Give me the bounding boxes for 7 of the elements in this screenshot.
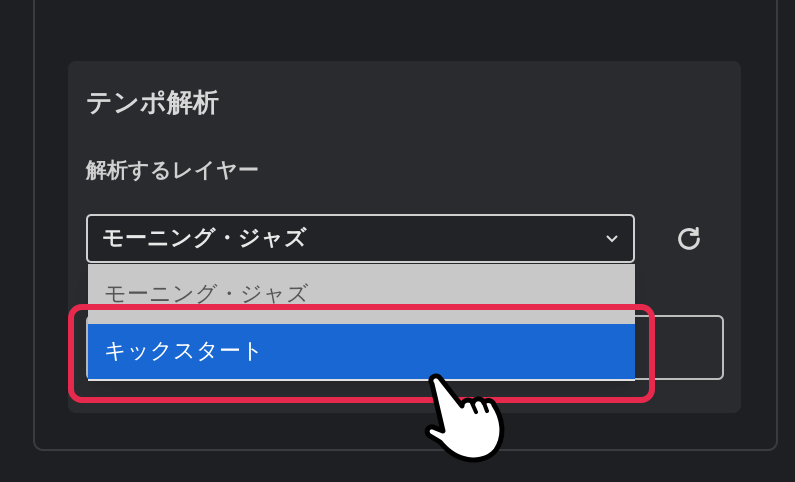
section-title: テンポ解析 bbox=[86, 87, 220, 120]
dropdown-option[interactable]: キックスタート bbox=[88, 324, 635, 381]
layer-label: 解析するレイヤー bbox=[86, 157, 260, 184]
chevron-down-icon bbox=[605, 234, 619, 244]
dropdown-option[interactable]: モーニング・ジャズ bbox=[88, 264, 635, 324]
refresh-icon bbox=[675, 224, 703, 252]
layer-select[interactable]: モーニング・ジャズ bbox=[86, 214, 635, 263]
